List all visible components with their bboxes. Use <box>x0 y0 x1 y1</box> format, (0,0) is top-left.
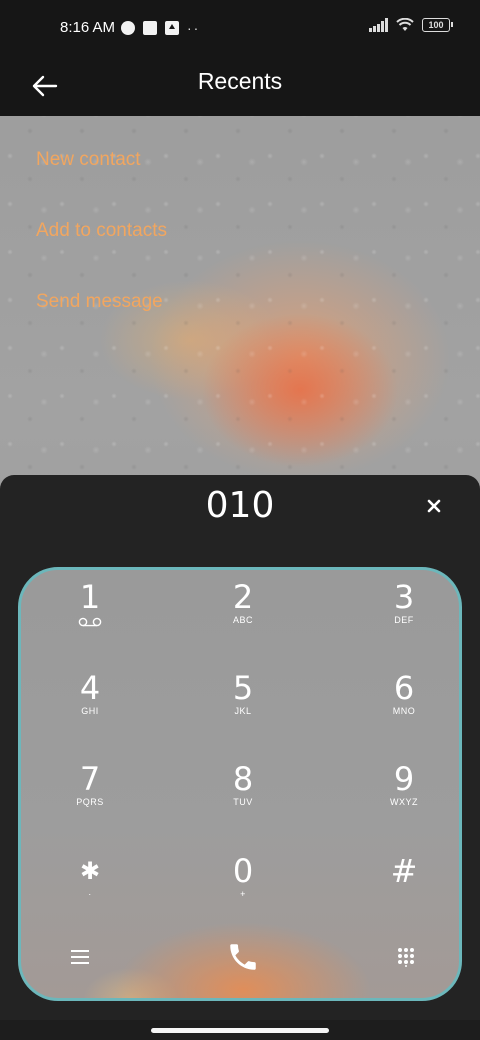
key-letters: JKL <box>234 706 252 716</box>
menu-icon <box>71 950 89 964</box>
key-letters: · <box>88 889 92 899</box>
key-digit: 8 <box>232 760 254 798</box>
key-hash[interactable]: # <box>349 854 459 934</box>
keypad-toggle-button[interactable] <box>376 932 436 982</box>
keypad: 1 2 ABC 3 DEF 4 GHI 5 JKL 6 MNO 7 PQRS 8… <box>18 567 462 1001</box>
call-button[interactable] <box>213 932 273 982</box>
status-time: 8:16 AM <box>60 19 116 36</box>
keypad-grid-icon <box>398 948 414 967</box>
signal-icon <box>369 18 388 32</box>
key-digit: 0 <box>232 852 254 890</box>
system-status-icons: 100 <box>369 18 453 32</box>
key-3[interactable]: 3 DEF <box>349 580 459 660</box>
key-0[interactable]: 0 + <box>188 854 298 934</box>
key-2[interactable]: 2 ABC <box>188 580 298 660</box>
dialed-number: 010 <box>205 485 275 526</box>
key-digit: ✱ <box>79 857 101 885</box>
key-digit: 3 <box>393 578 415 616</box>
data-saver-icon <box>121 21 135 35</box>
key-letters: TUV <box>233 797 253 807</box>
key-letters: GHI <box>81 706 99 716</box>
dialer-screen: 8:16 AM ·· 100 Recents New contact Add t… <box>0 0 480 1040</box>
clear-button[interactable] <box>422 493 446 519</box>
key-digit: 6 <box>393 669 415 707</box>
voicemail-icon <box>78 617 102 627</box>
key-digit: 9 <box>393 760 415 798</box>
key-1[interactable]: 1 <box>35 580 145 660</box>
app-bar: Recents <box>0 56 480 116</box>
add-to-contacts-link[interactable]: Add to contacts <box>36 209 167 280</box>
square-notification-icon <box>143 21 157 35</box>
key-8[interactable]: 8 TUV <box>188 762 298 842</box>
key-digit: 5 <box>232 669 254 707</box>
key-letters: ABC <box>232 615 253 625</box>
key-5[interactable]: 5 JKL <box>188 671 298 751</box>
key-digit: 4 <box>79 669 101 707</box>
page-title: Recents <box>197 68 283 94</box>
dialer-sheet: 010 1 2 ABC 3 DEF 4 GHI 5 JKL 6 MNO 7 PQ… <box>0 475 480 1020</box>
notification-icons: ·· <box>121 20 200 36</box>
key-letters: + <box>240 889 246 899</box>
key-letters: WXYZ <box>390 797 418 807</box>
new-contact-link[interactable]: New contact <box>36 138 167 209</box>
key-star[interactable]: ✱ · <box>35 854 145 934</box>
send-message-link[interactable]: Send message <box>36 280 167 351</box>
wifi-icon <box>396 18 414 31</box>
key-letters: DEF <box>394 615 414 625</box>
status-bar: 8:16 AM ·· 100 <box>0 0 480 56</box>
more-notifications-indicator: ·· <box>187 20 201 36</box>
navigation-bar <box>0 1020 480 1040</box>
key-4[interactable]: 4 GHI <box>35 671 145 751</box>
upload-icon <box>165 21 179 35</box>
key-7[interactable]: 7 PQRS <box>35 762 145 842</box>
key-6[interactable]: 6 MNO <box>349 671 459 751</box>
phone-call-icon <box>230 944 256 970</box>
key-digit: 2 <box>232 578 254 616</box>
key-letters: MNO <box>392 706 416 716</box>
battery-level: 100 <box>428 20 444 30</box>
key-9[interactable]: 9 WXYZ <box>349 762 459 842</box>
menu-button[interactable] <box>50 932 110 982</box>
key-letters: PQRS <box>76 797 104 807</box>
home-gesture-handle[interactable] <box>151 1028 329 1033</box>
number-actions: New contact Add to contacts Send message <box>36 138 167 351</box>
key-digit: # <box>390 852 418 890</box>
battery-icon: 100 <box>422 18 453 32</box>
close-icon <box>427 499 441 513</box>
key-digit: 1 <box>79 578 101 616</box>
key-digit: 7 <box>79 760 101 798</box>
